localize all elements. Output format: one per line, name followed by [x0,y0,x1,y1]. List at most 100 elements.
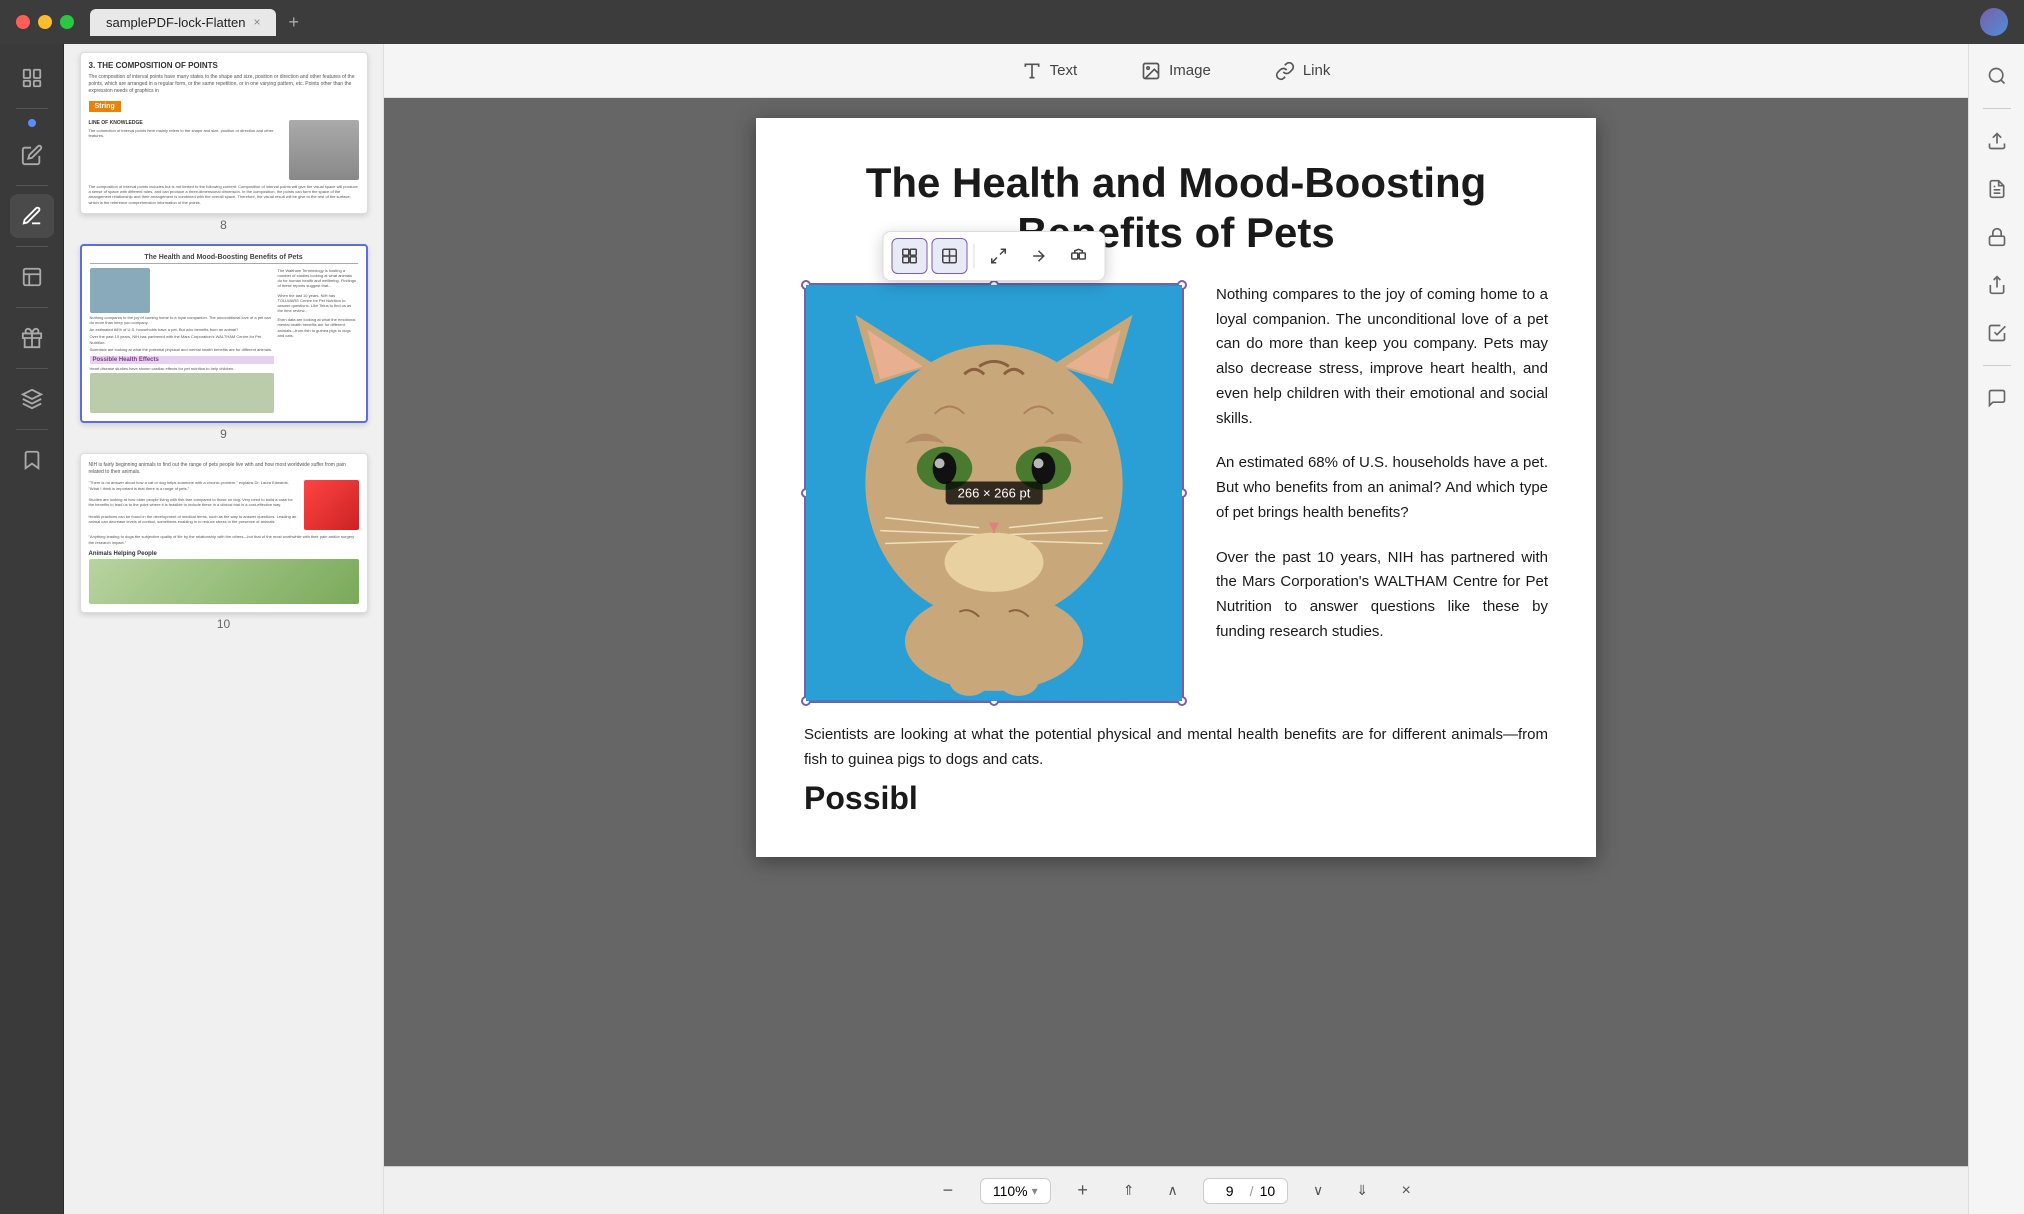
tool-divider-6 [16,429,48,430]
thumb9-header: The Health and Mood-Boosting Benefits of… [90,254,358,264]
right-sidebar [1968,44,2024,1214]
share-button[interactable] [1977,265,2017,305]
text-label: Text [1050,62,1078,79]
thumb9-left: Nothing compares to the joy of coming ho… [90,268,274,413]
save-button[interactable] [1977,121,2017,161]
tab-title: samplePDF-lock-Flatten [106,15,245,30]
nav-next-button[interactable]: ∨ [1304,1177,1332,1205]
page-separator: / [1250,1183,1254,1199]
thumbnail-page-8[interactable]: 3. THE COMPOSITION OF POINTS The composi… [72,52,375,232]
tool-edit[interactable] [10,133,54,177]
cat-svg [806,285,1182,701]
thumb8-content: 3. THE COMPOSITION OF POINTS The composi… [81,53,367,213]
thumb9-content: The Health and Mood-Boosting Benefits of… [82,246,366,421]
img-tb-btn-4[interactable] [1021,238,1057,274]
img-tb-btn-5[interactable] [1061,238,1097,274]
tool-divider-5 [16,368,48,369]
thumb-card-10[interactable]: NIH is fairly beginning animals to find … [80,453,368,613]
image-label: Image [1169,62,1211,79]
zoom-level: 110% [993,1183,1028,1199]
pdf-text-content: Nothing compares to the joy of coming ho… [1216,283,1548,665]
cat-image: 266 × 266 pt [806,285,1182,701]
thumb-card-9[interactable]: The Health and Mood-Boosting Benefits of… [80,244,368,423]
nav-close-button[interactable]: × [1392,1177,1420,1205]
thumbnail-page-10[interactable]: NIH is fairly beginning animals to find … [72,453,375,631]
thumb8-title: 3. THE COMPOSITION OF POINTS [89,61,359,70]
pdf-paragraph-3: Over the past 10 years, NIH has partnere… [1216,546,1548,645]
thumb9-text3: Over the past 10 years, NIH has partnere… [90,334,274,344]
page-num-10: 10 [217,617,230,631]
pdf-paragraph-2: An estimated 68% of U.S. households have… [1216,451,1548,525]
pdf-bottom-text: Scientists are looking at what the poten… [804,723,1548,773]
tab-close-icon[interactable]: × [253,15,260,29]
image-toolbar [883,231,1106,281]
tool-stamp[interactable] [10,316,54,360]
image-tool[interactable]: Image [1125,53,1227,89]
tool-layers[interactable] [10,377,54,421]
new-tab-button[interactable]: + [280,8,307,37]
thumbnail-page-9[interactable]: The Health and Mood-Boosting Benefits of… [72,244,375,441]
pdf-page-content: 266 × 266 pt Nothing compares to the joy… [804,283,1548,703]
page-total: 10 [1260,1183,1276,1199]
maximize-button[interactable] [60,15,74,29]
user-avatar [1980,8,2008,36]
lock-icon [1987,227,2007,247]
thumb-card-8[interactable]: 3. THE COMPOSITION OF POINTS The composi… [80,52,368,214]
page-current-input[interactable]: 9 [1216,1183,1244,1199]
thumb9-dog-image [90,373,274,413]
close-button[interactable] [16,15,30,29]
text-icon [1022,61,1042,81]
pdf-button[interactable] [1977,169,2017,209]
nav-prev-button[interactable]: ∧ [1159,1177,1187,1205]
image-container[interactable]: 266 × 266 pt [804,283,1184,703]
search-button[interactable] [1977,56,2017,96]
img-tb-btn-3[interactable] [981,238,1017,274]
active-tab[interactable]: samplePDF-lock-Flatten × [90,9,276,36]
comment-icon [1987,388,2007,408]
comment-button[interactable] [1977,378,2017,418]
link-icon [1275,61,1295,81]
pdf-icon [1987,179,2007,199]
tool-pages[interactable] [10,56,54,100]
tool-pages2[interactable] [10,255,54,299]
title-bar: samplePDF-lock-Flatten × + [0,0,2024,44]
link-tool[interactable]: Link [1259,53,1347,89]
search-icon [1987,66,2007,86]
minimize-button[interactable] [38,15,52,29]
zoom-chevron-icon: ▾ [1032,1184,1038,1198]
link-label: Link [1303,62,1331,79]
nav-last-button[interactable]: ⇓ [1348,1177,1376,1205]
page-num-9: 9 [220,427,227,441]
tool-bookmark[interactable] [10,438,54,482]
main-container: 3. THE COMPOSITION OF POINTS The composi… [0,44,2024,1214]
check-icon [1987,323,2007,343]
tab-bar: samplePDF-lock-Flatten × + [90,8,2008,37]
img-tb-btn-1[interactable] [892,238,928,274]
zoom-in-button[interactable]: + [1067,1175,1099,1207]
tool-divider-2 [16,185,48,186]
nav-first-button[interactable]: ⇑ [1115,1177,1143,1205]
sidebar-tools [0,44,64,1214]
img-tb-divider [974,244,975,268]
section-heading: Possibl [804,780,1548,817]
thumb9-health-text: Heart disease studies have shown cardiac… [90,366,274,371]
thumb9-text2: An estimated 68% of U.S. households have… [90,327,274,332]
pdf-viewer[interactable]: The Health and Mood-Boosting Benefits of… [384,98,1968,1166]
page-indicator: 9 / 10 [1203,1178,1288,1204]
thumb10-content: NIH is fairly beginning animals to find … [81,454,367,612]
thumb9-text1: Nothing compares to the joy of coming ho… [90,315,274,325]
content-area: Text Image Link Th [384,44,1968,1214]
check-button[interactable] [1977,313,2017,353]
tool-annotate[interactable] [10,194,54,238]
thumb9-cat-image [90,268,150,313]
page-num-8: 8 [220,218,227,232]
tool-divider-4 [16,307,48,308]
text-tool[interactable]: Text [1006,53,1094,89]
zoom-display[interactable]: 110% ▾ [980,1178,1051,1204]
lock-button[interactable] [1977,217,2017,257]
selected-image[interactable]: 266 × 266 pt [804,283,1184,703]
rs-divider-1 [1983,108,2011,109]
tool-divider-3 [16,246,48,247]
zoom-out-button[interactable]: − [932,1175,964,1207]
img-tb-btn-2[interactable] [932,238,968,274]
